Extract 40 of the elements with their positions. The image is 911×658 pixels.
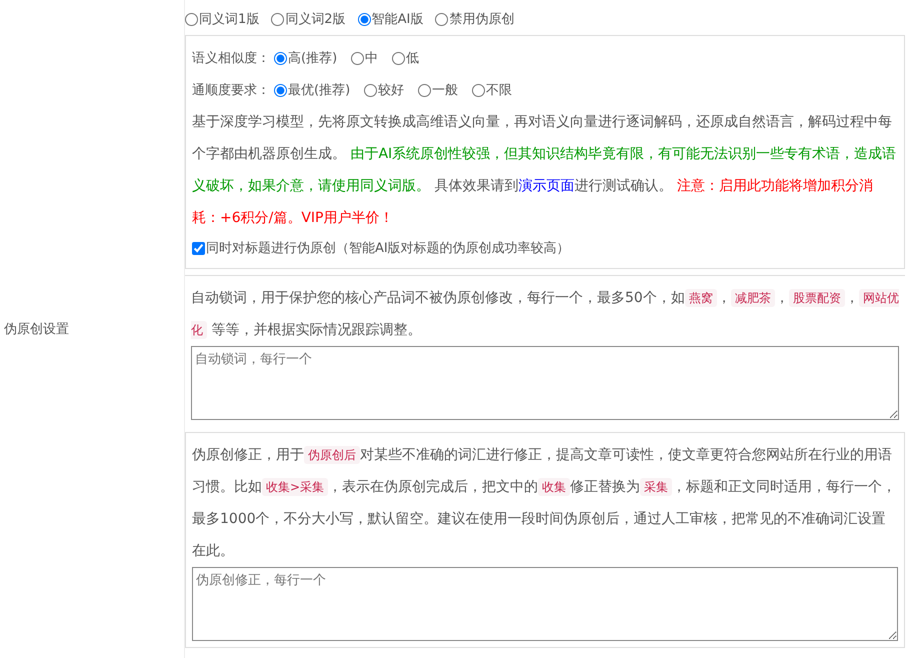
option-label[interactable]: 一般 — [432, 81, 458, 99]
keyword-tag: 减肥茶 — [730, 289, 775, 307]
keyword-tag: 采集 — [640, 478, 672, 496]
option-label[interactable]: 不限 — [486, 81, 512, 99]
radio-button[interactable] — [358, 12, 371, 26]
corrections-field[interactable]: 伪原创修正，每行一个 — [192, 567, 898, 641]
option-label[interactable]: 高(推荐) — [288, 49, 338, 67]
option-label[interactable]: 同义词1版 — [199, 10, 260, 28]
keyword-tag: 燕窝 — [684, 289, 717, 307]
radio-button[interactable] — [418, 84, 432, 96]
radio-button[interactable] — [435, 12, 448, 26]
radio-button[interactable] — [351, 52, 364, 64]
option-label[interactable]: 低 — [406, 49, 420, 67]
radio-button[interactable] — [274, 52, 287, 64]
checkbox-label[interactable]: 同时对标题进行伪原创（智能AI版对标题的伪原创成功率较高） — [206, 239, 570, 257]
radio-button[interactable] — [274, 84, 287, 96]
help-text: 自动锁词，用于保护您的核心产品词不被伪原创修改，每行一个，最多50个，如 燕窝 ， 减肥茶 ， 股票配资 ， 网站优化 等等，并根据实际情况跟踪调整。 — [191, 288, 899, 341]
option-label[interactable]: 智能AI版 — [372, 10, 424, 28]
radio-button[interactable] — [271, 12, 284, 26]
keyword-tag: 收集 — [538, 478, 570, 496]
option-label: 通顺度要求： — [192, 82, 270, 99]
option-label: 语义相似度： — [192, 50, 270, 67]
option-label[interactable]: 禁用伪原创 — [449, 10, 514, 28]
ai-description: 基于深度学习模型，先将原文转换成高维语义向量，再对语义向量进行逐词解码，还原成自然语言，解码过程中每个字都由机器原创生成。 由于AI系统原创性较强，但其知识结构毕竟有限，有可能无法识别一些专有术语，造成语义破坏，如果介意，请使用同义词版。 具体效果请到演示页面进行测试确认。 注意：启用此功能将增加积分消耗：+6积分/篇。VIP用户半价！ — [192, 113, 898, 228]
checkbox[interactable] — [192, 242, 205, 254]
keyword-tag: 伪原创后 — [304, 446, 360, 464]
option-label[interactable]: 中 — [365, 49, 378, 67]
option-label[interactable]: 同义词2版 — [285, 10, 346, 28]
help-text: 伪原创修正，用于 伪原创后 对某些不准确的词汇进行修正，提高文章可读性，使文章更符合您网站所在行业的用语习惯。比如 收集>采集 ，表示在伪原创完成后，把文中的 收集 修正替换为 采集 ，标题和正文同时适用，每行一个，最多1000个，不分大小写，默认留空。建议在使用一段时间伪原创后，通过人工审核，把常见的不准确词汇设置在此。 — [192, 445, 898, 561]
keyword-tag: 收集>采集 — [262, 478, 328, 496]
radio-button[interactable] — [185, 12, 198, 26]
radio-button[interactable] — [364, 84, 378, 96]
option-label[interactable]: 最优(推荐) — [288, 81, 350, 99]
lock-words-field[interactable]: 自动锁词，每行一个 — [191, 346, 899, 420]
keyword-tag: 股票配资 — [788, 289, 845, 307]
section-label: 伪原创设置 — [4, 321, 69, 338]
demo-page-link[interactable]: 演示页面 — [518, 178, 574, 194]
radio-button[interactable] — [392, 52, 406, 64]
option-label[interactable]: 较好 — [378, 81, 404, 99]
radio-button[interactable] — [472, 84, 486, 96]
